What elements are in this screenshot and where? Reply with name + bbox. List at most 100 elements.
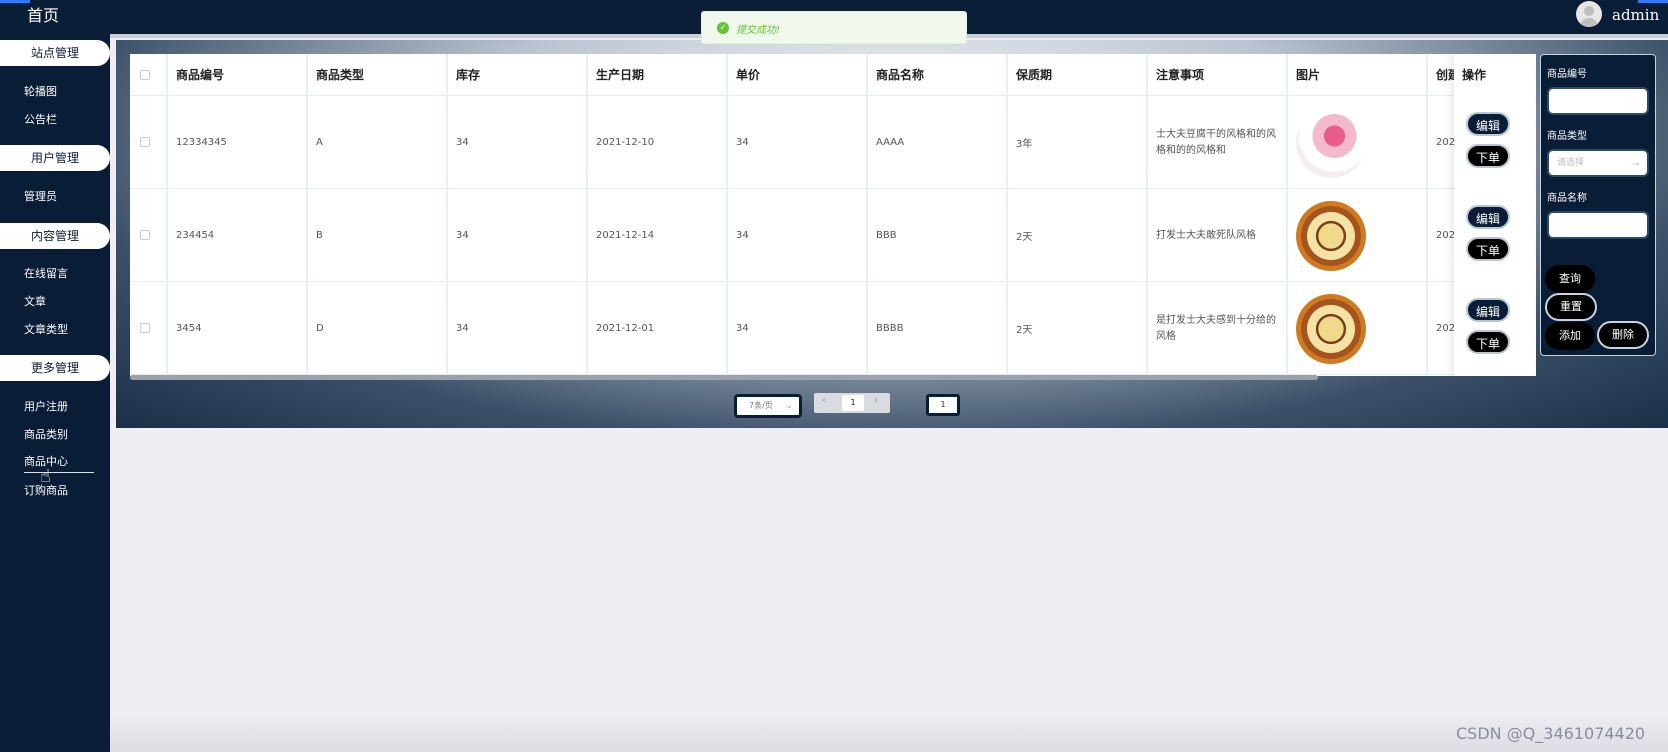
cake-cream-icon[interactable] bbox=[1296, 200, 1366, 271]
row-checkbox[interactable] bbox=[140, 137, 150, 147]
cake-pink-icon[interactable] bbox=[1296, 107, 1366, 178]
nav-item-user-register[interactable]: 用户注册 bbox=[24, 398, 68, 414]
cell-price: 34 bbox=[728, 282, 868, 375]
header-image[interactable]: 图片 bbox=[1288, 54, 1428, 96]
add-button[interactable]: 添加 bbox=[1545, 322, 1595, 350]
watermark: CSDN @Q_3461074420 bbox=[1456, 724, 1646, 743]
name-input[interactable] bbox=[1547, 211, 1649, 239]
cell-date: 2021-12-14 bbox=[588, 189, 728, 282]
order-button[interactable]: 下单 bbox=[1466, 237, 1510, 261]
nav-item-goods-category[interactable]: 商品类别 bbox=[24, 426, 68, 442]
cell-notes: 是打发士大夫感到十分给的风格 bbox=[1148, 282, 1288, 375]
header-select-cell bbox=[130, 54, 168, 96]
table-row[interactable]: 3454 D 34 2021-12-01 34 BBBB 2天 是打发士大夫感到… bbox=[130, 282, 1536, 375]
order-button[interactable]: 下单 bbox=[1466, 330, 1510, 354]
cell-shelf-life: 2天 bbox=[1008, 189, 1148, 282]
header-notes[interactable]: 注意事项 bbox=[1148, 54, 1288, 96]
edit-button[interactable]: 编辑 bbox=[1466, 112, 1510, 136]
user-name[interactable]: admin bbox=[1612, 6, 1659, 24]
header-stock[interactable]: 库存 bbox=[448, 54, 588, 96]
page-size-value: 7条/页 bbox=[749, 401, 773, 410]
top-bar-accent bbox=[1638, 0, 1668, 3]
code-label: 商品编号 bbox=[1547, 69, 1587, 80]
nav-item-admin[interactable]: 管理员 bbox=[24, 188, 57, 204]
chevron-down-icon: ⌄ bbox=[1633, 158, 1641, 168]
header-code[interactable]: 商品编号 bbox=[168, 54, 308, 96]
toast-message: 提交成功! bbox=[736, 25, 781, 36]
row-select-cell bbox=[130, 282, 168, 375]
cell-stock: 34 bbox=[448, 96, 588, 189]
nav-group-more[interactable]: 更多管理 bbox=[0, 355, 110, 381]
row-select-cell bbox=[130, 96, 168, 189]
next-page-icon[interactable]: › bbox=[874, 395, 878, 406]
cell-image bbox=[1288, 189, 1428, 282]
nav-item-articles[interactable]: 文章 bbox=[24, 293, 46, 309]
cell-name: BBBB bbox=[868, 282, 1008, 375]
name-label: 商品名称 bbox=[1547, 193, 1587, 204]
type-select-placeholder: 请选择 bbox=[1557, 158, 1585, 168]
success-toast: ✓ 提交成功! bbox=[701, 11, 967, 44]
nav-group-user[interactable]: 用户管理 bbox=[0, 145, 110, 171]
nav-item-article-types[interactable]: 文章类型 bbox=[24, 321, 68, 337]
cell-name: AAAA bbox=[868, 96, 1008, 189]
cell-price: 34 bbox=[728, 189, 868, 282]
query-button[interactable]: 查询 bbox=[1545, 265, 1595, 293]
cell-code: 234454 bbox=[168, 189, 308, 282]
delete-button[interactable]: 删除 bbox=[1597, 321, 1649, 349]
nav-home[interactable]: 首页 bbox=[0, 2, 86, 26]
order-button[interactable]: 下单 bbox=[1466, 144, 1510, 168]
hand-cursor-icon: ☝ bbox=[40, 466, 51, 487]
header-price[interactable]: 单价 bbox=[728, 54, 868, 96]
row-checkbox[interactable] bbox=[140, 230, 150, 240]
reset-button[interactable]: 重置 bbox=[1545, 293, 1597, 321]
type-label: 商品类型 bbox=[1547, 131, 1587, 142]
nav-group-site[interactable]: 站点管理 bbox=[0, 40, 110, 66]
nav-item-notice[interactable]: 公告栏 bbox=[24, 111, 57, 127]
cell-notes: 士大夫豆腐干的风格和的风格和的的风格和 bbox=[1148, 96, 1288, 189]
avatar[interactable] bbox=[1576, 1, 1602, 27]
page-size-select[interactable]: 7条/页 ⌄ bbox=[734, 394, 802, 418]
prev-page-icon[interactable]: ‹ bbox=[822, 395, 826, 406]
row-select-cell bbox=[130, 189, 168, 282]
cell-image bbox=[1288, 96, 1428, 189]
cell-type: D bbox=[308, 282, 448, 375]
table-row[interactable]: 12334345 A 34 2021-12-10 34 AAAA 3年 士大夫豆… bbox=[130, 96, 1536, 189]
edit-button[interactable]: 编辑 bbox=[1466, 205, 1510, 229]
cell-date: 2021-12-10 bbox=[588, 96, 728, 189]
cell-shelf-life: 2天 bbox=[1008, 282, 1148, 375]
nav-group-content[interactable]: 内容管理 bbox=[0, 223, 110, 249]
type-select[interactable]: 请选择 ⌄ bbox=[1547, 149, 1649, 177]
search-panel: 商品编号 商品类型 请选择 ⌄ 商品名称 查询 重置 添加 删除 bbox=[1540, 54, 1656, 356]
cell-price: 34 bbox=[728, 96, 868, 189]
cell-type: A bbox=[308, 96, 448, 189]
edit-button[interactable]: 编辑 bbox=[1466, 298, 1510, 322]
cake-cream-icon[interactable] bbox=[1296, 293, 1366, 364]
active-indicator bbox=[24, 472, 94, 473]
row-checkbox[interactable] bbox=[140, 323, 150, 333]
select-all-checkbox[interactable] bbox=[140, 70, 150, 80]
header-date[interactable]: 生产日期 bbox=[588, 54, 728, 96]
code-input[interactable] bbox=[1547, 87, 1649, 115]
cell-name: BBB bbox=[868, 189, 1008, 282]
cell-code: 3454 bbox=[168, 282, 308, 375]
nav-item-carousel[interactable]: 轮播图 bbox=[24, 83, 57, 99]
header-shelf-life[interactable]: 保质期 bbox=[1008, 54, 1148, 96]
header-type[interactable]: 商品类型 bbox=[308, 54, 448, 96]
chevron-down-icon: ⌄ bbox=[786, 401, 793, 410]
footer-shade bbox=[110, 712, 1668, 752]
operation-column: 操作 编辑 下单 编辑 下单 编辑 下单 bbox=[1454, 54, 1536, 376]
sidebar: 首页 站点管理 轮播图 公告栏 用户管理 管理员 内容管理 在线留言 文章 文章… bbox=[0, 0, 110, 752]
header-name[interactable]: 商品名称 bbox=[868, 54, 1008, 96]
cell-image bbox=[1288, 282, 1428, 375]
nav-item-messages[interactable]: 在线留言 bbox=[24, 265, 68, 281]
pager: ‹ 1 › bbox=[814, 393, 890, 413]
horizontal-scrollbar[interactable] bbox=[130, 375, 1318, 380]
page-jump-input[interactable]: 1 bbox=[926, 394, 960, 416]
goods-table: 商品编号 商品类型 库存 生产日期 单价 商品名称 保质期 注意事项 图片 创建… bbox=[130, 54, 1536, 376]
cell-notes: 打发士大夫敢死队风格 bbox=[1148, 189, 1288, 282]
cell-code: 12334345 bbox=[168, 96, 308, 189]
table-row[interactable]: 234454 B 34 2021-12-14 34 BBB 2天 打发士大夫敢死… bbox=[130, 189, 1536, 282]
check-circle-icon: ✓ bbox=[717, 22, 729, 34]
table-header: 商品编号 商品类型 库存 生产日期 单价 商品名称 保质期 注意事项 图片 创建 bbox=[130, 54, 1536, 96]
page-number-current[interactable]: 1 bbox=[842, 395, 864, 411]
